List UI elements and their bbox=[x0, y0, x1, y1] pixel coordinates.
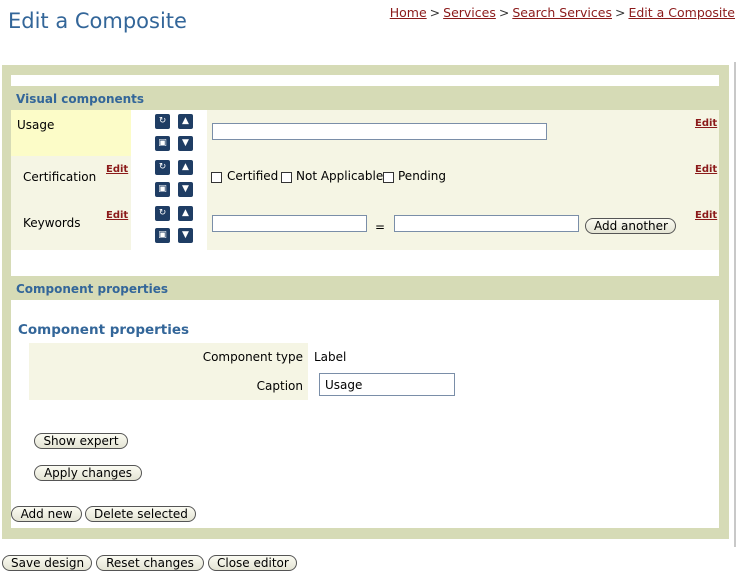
certified-option-label: Certified bbox=[227, 169, 279, 183]
arrow-up-icon[interactable]: ▲ bbox=[178, 114, 193, 129]
keywords-label: Keywords bbox=[23, 216, 81, 230]
scroll-edge bbox=[734, 62, 736, 547]
arrow-down-icon[interactable]: ▼ bbox=[178, 228, 193, 243]
breadcrumb-separator: > bbox=[429, 5, 441, 20]
properties-table: Component type Caption bbox=[29, 343, 308, 400]
arrow-down-icon[interactable]: ▼ bbox=[178, 136, 193, 151]
breadcrumb-home[interactable]: Home bbox=[390, 5, 427, 20]
page-title: Edit a Composite bbox=[8, 9, 187, 33]
usage-label: Usage bbox=[17, 118, 55, 132]
breadcrumb-edit-composite[interactable]: Edit a Composite bbox=[628, 5, 735, 20]
pending-checkbox[interactable] bbox=[383, 172, 394, 183]
arrow-up-icon[interactable]: ▲ bbox=[178, 206, 193, 221]
breadcrumb-separator: > bbox=[614, 5, 626, 20]
breadcrumb-separator: > bbox=[498, 5, 510, 20]
lock-icon[interactable]: ▣ bbox=[155, 136, 170, 151]
not-applicable-checkbox[interactable] bbox=[281, 172, 292, 183]
arrow-down-icon[interactable]: ▼ bbox=[178, 182, 193, 197]
component-properties-heading: Component properties bbox=[18, 322, 190, 338]
caption-label: Caption bbox=[256, 379, 303, 393]
show-expert-button[interactable]: Show expert bbox=[34, 433, 128, 449]
rotate-icon[interactable]: ↻ bbox=[155, 114, 170, 129]
close-editor-button[interactable]: Close editor bbox=[208, 555, 297, 571]
rotate-icon[interactable]: ↻ bbox=[155, 206, 170, 221]
editor-frame: Visual components Usage ↻ ▲ ▣ ▼ Edit Cer… bbox=[2, 65, 729, 539]
arrow-up-icon[interactable]: ▲ bbox=[178, 160, 193, 175]
caption-input[interactable] bbox=[319, 373, 455, 396]
keyword-value-input[interactable] bbox=[394, 215, 579, 232]
visual-components-table: Usage ↻ ▲ ▣ ▼ Edit Certification Edit ↻ … bbox=[11, 110, 719, 250]
delete-selected-button[interactable]: Delete selected bbox=[85, 506, 196, 522]
lock-icon[interactable]: ▣ bbox=[155, 182, 170, 197]
usage-edit-link[interactable]: Edit bbox=[695, 118, 717, 129]
breadcrumb-services[interactable]: Services bbox=[443, 5, 496, 20]
certification-label: Certification bbox=[23, 170, 97, 184]
breadcrumb: Home > Services > Search Services > Edit a Com… bbox=[390, 5, 735, 20]
component-properties-header: Component properties bbox=[11, 276, 719, 300]
editor-panel: Visual components Usage ↻ ▲ ▣ ▼ Edit Cer… bbox=[11, 75, 719, 528]
add-another-button[interactable]: Add another bbox=[585, 218, 676, 234]
reset-changes-button[interactable]: Reset changes bbox=[96, 555, 204, 571]
not-applicable-option-label: Not Applicable bbox=[296, 169, 384, 183]
usage-input[interactable] bbox=[212, 123, 547, 140]
visual-components-header: Visual components bbox=[11, 86, 719, 110]
pending-option-label: Pending bbox=[398, 169, 446, 183]
apply-changes-button[interactable]: Apply changes bbox=[34, 465, 142, 481]
lock-icon[interactable]: ▣ bbox=[155, 228, 170, 243]
certification-label-edit-link[interactable]: Edit bbox=[106, 164, 128, 175]
keywords-label-edit-link[interactable]: Edit bbox=[106, 210, 128, 221]
add-new-button[interactable]: Add new bbox=[11, 506, 82, 522]
certification-edit-link[interactable]: Edit bbox=[695, 164, 717, 175]
keywords-edit-link[interactable]: Edit bbox=[695, 210, 717, 221]
breadcrumb-search-services[interactable]: Search Services bbox=[512, 5, 612, 20]
keyword-key-input[interactable] bbox=[212, 215, 367, 232]
component-type-value: Label bbox=[314, 350, 347, 364]
usage-row-selected[interactable] bbox=[11, 110, 131, 156]
certified-checkbox[interactable] bbox=[211, 172, 222, 183]
save-design-button[interactable]: Save design bbox=[2, 555, 92, 571]
equals-sign: = bbox=[375, 220, 386, 234]
component-properties-band-title: Component properties bbox=[16, 282, 169, 296]
component-type-label: Component type bbox=[202, 350, 303, 364]
visual-components-title: Visual components bbox=[16, 92, 145, 106]
rotate-icon[interactable]: ↻ bbox=[155, 160, 170, 175]
